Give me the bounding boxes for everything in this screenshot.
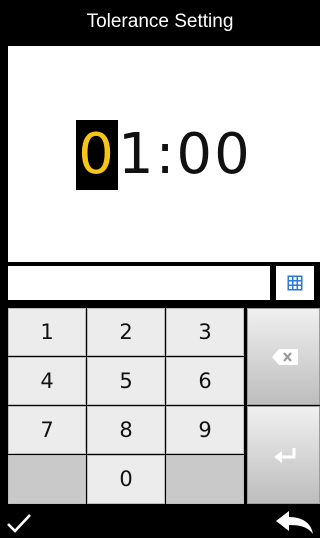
time-display: 01:00 [8,46,320,262]
key-8[interactable]: 8 [87,406,165,454]
key-3[interactable]: 3 [166,308,244,356]
time-rest: 1:00 [117,122,252,187]
enter-button[interactable] [247,406,320,504]
key-4[interactable]: 4 [8,357,86,405]
input-row [0,264,320,304]
key-5[interactable]: 5 [87,357,165,405]
time-value: 01:00 [8,120,320,190]
keypad: 1 2 3 4 5 6 7 8 9 0 [0,306,320,506]
blank-key-right [166,455,244,504]
grid-icon [287,275,303,291]
key-0[interactable]: 0 [87,455,165,504]
key-6[interactable]: 6 [166,357,244,405]
title-bar: Tolerance Setting [0,0,320,44]
page-title: Tolerance Setting [86,11,234,32]
back-arrow-icon[interactable] [276,510,314,536]
value-input[interactable] [8,266,270,300]
key-9[interactable]: 9 [166,406,244,454]
key-2[interactable]: 2 [87,308,165,356]
checkmark-icon[interactable] [6,512,32,534]
grid-button[interactable] [276,266,314,300]
bottom-bar [0,506,320,538]
backspace-button[interactable] [247,308,320,405]
blank-key-left [8,455,86,504]
key-1[interactable]: 1 [8,308,86,356]
backspace-icon [272,349,298,365]
cursor-digit: 0 [76,120,118,190]
key-7[interactable]: 7 [8,406,86,454]
enter-icon [274,448,296,463]
